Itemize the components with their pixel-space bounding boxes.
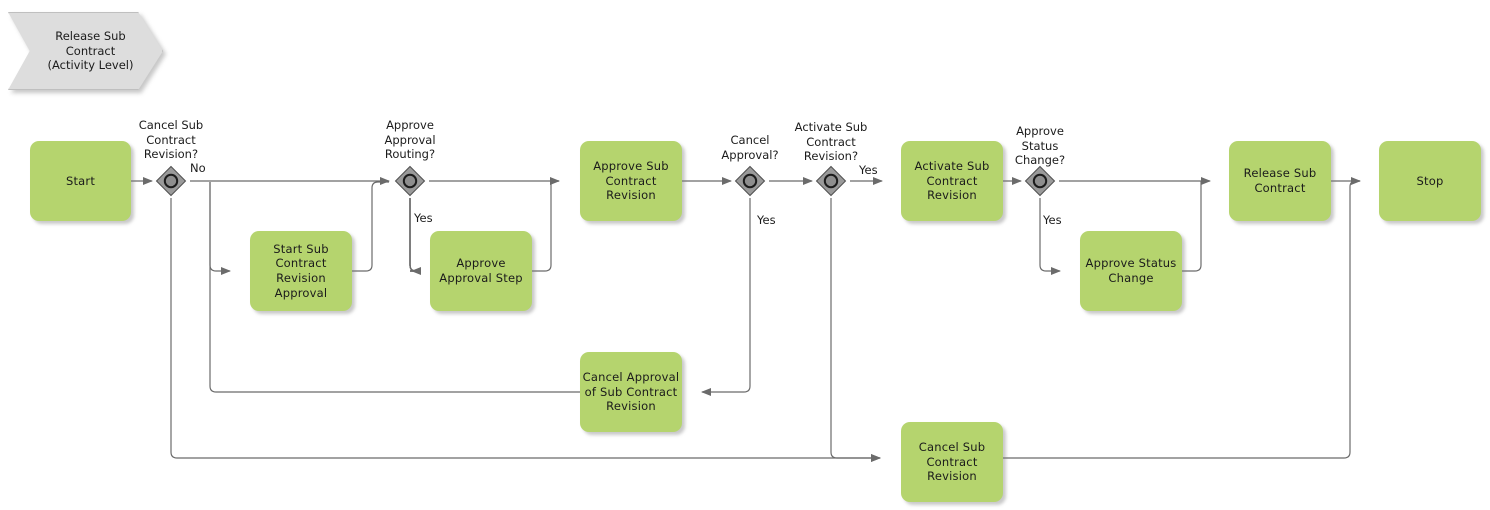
task-approve-approval-step[interactable]: Approve Approval Step bbox=[430, 231, 532, 311]
gateway-approve-status-change[interactable] bbox=[1023, 164, 1057, 198]
edge-label-yes-approval-routing: Yes bbox=[414, 211, 433, 225]
banner-label: Release Sub Contract (Activity Level) bbox=[47, 28, 134, 73]
task-cancel-sub-contract-revision[interactable]: Cancel Sub Contract Revision bbox=[901, 422, 1003, 502]
task-label: Cancel Sub Contract Revision bbox=[918, 439, 986, 484]
edge-activate-down-to-cancel bbox=[830, 198, 881, 462]
edge-routing-yes-down-3 bbox=[409, 198, 417, 272]
task-label: Approve Approval Step bbox=[439, 256, 523, 285]
edge-label-yes-activate-revision: Yes bbox=[859, 163, 878, 177]
gateway-activate-sub-contract-revision[interactable] bbox=[814, 164, 848, 198]
task-start-sub-contract-revision-approval[interactable]: Start Sub Contract Revision Approval bbox=[250, 231, 352, 311]
edge-status-yes bbox=[1039, 198, 1061, 275]
edge-routing-yes-stub bbox=[409, 198, 417, 272]
task-label: Start Sub Contract Revision Approval bbox=[273, 241, 329, 300]
task-label: Stop bbox=[1416, 173, 1444, 188]
gateway-cancel-approval[interactable] bbox=[733, 164, 767, 198]
task-approve-sub-contract-revision[interactable]: Approve Sub Contract Revision bbox=[580, 141, 682, 221]
edge-routing-yes-down bbox=[409, 198, 417, 272]
gateway-label-cancel-sub-contract-revision: Cancel Sub Contract Revision? bbox=[138, 118, 204, 162]
edge-cancel-approval-yes bbox=[701, 198, 751, 396]
edge-routing-yes-down-4 bbox=[409, 198, 417, 272]
task-label: Cancel Approval of Sub Contract Revision bbox=[582, 369, 680, 414]
task-approve-status-change[interactable]: Approve Status Change bbox=[1080, 231, 1182, 311]
edge-label-no-cancel-revision: No bbox=[190, 161, 206, 175]
task-label: Activate Sub Contract Revision bbox=[914, 158, 990, 203]
gateway-label-approve-status-change: Approve Status Change? bbox=[1014, 124, 1066, 168]
task-cancel-approval-of-sub-contract-revision[interactable]: Cancel Approval of Sub Contract Revision bbox=[580, 352, 682, 432]
gateway-approve-approval-routing[interactable] bbox=[393, 164, 427, 198]
gateway-label-activate-sub-contract-revision: Activate Sub Contract Revision? bbox=[794, 120, 868, 164]
task-label: Start bbox=[65, 173, 96, 188]
task-stop[interactable]: Stop bbox=[1379, 141, 1481, 221]
edge-noop3 bbox=[410, 198, 416, 271]
bpmn-diagram-canvas: Release Sub Contract (Activity Level) St… bbox=[0, 0, 1490, 510]
edge-routing-yes-down-2 bbox=[409, 198, 417, 272]
edge-routing-yes-into-step bbox=[409, 198, 421, 275]
connector-layer bbox=[131, 177, 1361, 462]
task-label: Approve Sub Contract Revision bbox=[593, 158, 669, 203]
edge-start-approval-return bbox=[352, 181, 389, 272]
task-label: Approve Status Change bbox=[1085, 256, 1177, 285]
edge-to-start-approval bbox=[209, 182, 231, 275]
task-release-sub-contract[interactable]: Release Sub Contract bbox=[1229, 141, 1331, 221]
gateway-cancel-sub-contract-revision[interactable] bbox=[154, 164, 188, 198]
edge-label-yes-status-change: Yes bbox=[1043, 213, 1062, 227]
edge-status-return-up bbox=[1182, 181, 1202, 272]
gateway-label-approve-approval-routing: Approve Approval Routing? bbox=[384, 118, 436, 162]
edge-step-return-up bbox=[532, 181, 552, 272]
task-label: Release Sub Contract bbox=[1243, 166, 1317, 195]
process-banner: Release Sub Contract (Activity Level) bbox=[8, 12, 163, 90]
edge-label-yes-cancel-approval: Yes bbox=[757, 213, 776, 227]
